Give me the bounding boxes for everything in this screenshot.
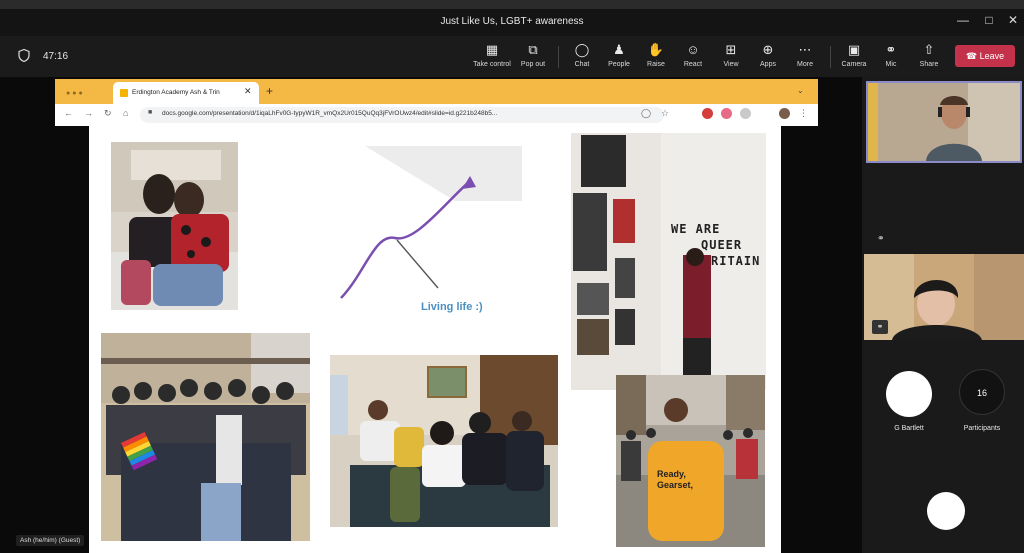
take-control-label: Take control	[473, 61, 511, 68]
people-label: People	[608, 61, 630, 68]
toolbar-divider	[558, 46, 559, 68]
self-view-avatar[interactable]	[927, 492, 965, 530]
mic-muted-icon: ⚭	[872, 320, 888, 334]
window-titlebar: Just Like Us, LGBT+ awareness — □ ✕	[0, 0, 1024, 36]
raise-hand-icon: ✋	[647, 42, 665, 57]
toolbar-divider	[830, 46, 831, 68]
mic-button[interactable]: ⚭ Mic	[870, 42, 912, 74]
apps-button[interactable]: ⊕ Apps	[747, 42, 789, 74]
apps-icon: ⊕	[762, 42, 774, 57]
close-icon[interactable]: ✕	[1005, 13, 1021, 27]
react-label: React	[683, 61, 703, 68]
profile-avatar[interactable]	[779, 108, 790, 119]
tab-close-icon[interactable]: ✕	[244, 86, 252, 97]
growth-arrow-illustration	[340, 146, 522, 299]
mic-label: Mic	[885, 61, 897, 68]
wall-text-line: RITAIN	[711, 254, 761, 268]
url-text: docs.google.com/presentation/d/1iqaLhFv0…	[162, 110, 498, 117]
pop-out-button[interactable]: ⧉ Pop out	[512, 42, 554, 74]
view-button[interactable]: ⊞ View	[710, 42, 752, 74]
raise-hand-button[interactable]: ✋ Raise	[635, 42, 677, 74]
chat-button[interactable]: ◯ Chat	[561, 42, 603, 74]
shield-icon	[18, 49, 30, 62]
extension-icon[interactable]	[721, 108, 732, 119]
browser-tab[interactable]: Erdington Academy Ash & Trin	[113, 82, 259, 104]
more-label: More	[797, 61, 813, 68]
slide-photo-runner: Ready, Gearset,	[616, 375, 765, 547]
leave-label: Leave	[979, 51, 1005, 61]
take-control-icon: ▦	[485, 42, 499, 57]
raise-label: Raise	[647, 61, 665, 68]
maximize-icon[interactable]: □	[981, 13, 997, 27]
meeting-toolbar: 47:16 ▦ Take control ⧉ Pop out ◯ Chat ♟ …	[0, 36, 1024, 77]
chat-icon: ◯	[574, 42, 590, 57]
participant-video-tile[interactable]: ⚭	[864, 254, 1024, 340]
window-dots-icon: ●●●	[66, 90, 85, 97]
slide-photo-pride-group	[101, 333, 310, 541]
view-label: View	[723, 61, 739, 68]
minimize-icon[interactable]: —	[955, 13, 971, 27]
phone-icon: ☎	[965, 51, 978, 61]
meeting-timer: 47:16	[43, 51, 69, 62]
extension-icon[interactable]	[702, 108, 713, 119]
camera-button[interactable]: ▣ Camera	[833, 42, 875, 74]
camera-label: Camera	[841, 61, 867, 68]
new-tab-icon[interactable]: +	[266, 84, 273, 98]
shirt-text-line: Ready,	[657, 469, 686, 479]
chevron-down-icon[interactable]: ⌄	[797, 86, 804, 95]
kebab-menu-icon[interactable]: ⋮	[799, 108, 808, 119]
participants-label: Participants	[963, 425, 1001, 432]
pop-out-label: Pop out	[520, 61, 546, 68]
leave-button[interactable]: ☎ Leave	[955, 45, 1015, 67]
participant-avatar[interactable]	[886, 371, 932, 417]
slide-caption: Living life :)	[421, 301, 483, 313]
more-icon: ⋯	[798, 42, 812, 57]
participant-name: G Bartlett	[894, 425, 924, 432]
people-button[interactable]: ♟ People	[598, 42, 640, 74]
extension-icon[interactable]	[740, 108, 751, 119]
share-page-icon[interactable]: ◯	[641, 108, 651, 119]
share-icon: ⇧	[923, 42, 935, 57]
view-icon: ⊞	[725, 42, 737, 57]
chat-label: Chat	[574, 61, 590, 68]
presenter-name-tag: Ash (he/him) (Guest)	[16, 535, 85, 546]
forward-icon[interactable]: →	[84, 108, 93, 118]
pop-out-icon: ⧉	[528, 42, 538, 57]
lock-icon: ■	[148, 109, 153, 116]
reload-icon[interactable]: ↻	[104, 108, 112, 119]
back-icon[interactable]: ←	[64, 108, 73, 118]
wall-text-line: WE ARE	[671, 222, 721, 236]
slides-favicon-icon	[120, 89, 128, 97]
camera-icon: ▣	[847, 42, 861, 57]
slide-photo-couple	[111, 142, 238, 310]
wall-text-line: QUEER	[701, 238, 743, 252]
mic-muted-icon: ⚭	[877, 233, 885, 243]
people-icon: ♟	[613, 42, 625, 57]
more-button[interactable]: ⋯ More	[784, 42, 826, 74]
home-icon[interactable]: ⌂	[123, 108, 128, 118]
share-label: Share	[919, 61, 939, 68]
react-icon: ☺	[686, 42, 700, 57]
participants-count-button[interactable]: 16	[959, 369, 1005, 415]
take-control-button[interactable]: ▦ Take control	[471, 42, 513, 74]
participant-video-tile[interactable]	[866, 81, 1022, 163]
slide-photo-friends	[330, 355, 558, 527]
star-icon[interactable]: ☆	[661, 108, 669, 119]
mic-icon: ⚭	[885, 42, 897, 57]
react-button[interactable]: ☺ React	[672, 42, 714, 74]
share-button[interactable]: ⇧ Share	[908, 42, 950, 74]
apps-label: Apps	[760, 61, 776, 68]
window-title: Just Like Us, LGBT+ awareness	[440, 16, 584, 27]
shirt-text-line: Gearset,	[657, 480, 694, 490]
slide-photo-gallery: WE ARE QUEER RITAIN	[571, 133, 766, 390]
titlebar-strip	[0, 0, 1024, 9]
